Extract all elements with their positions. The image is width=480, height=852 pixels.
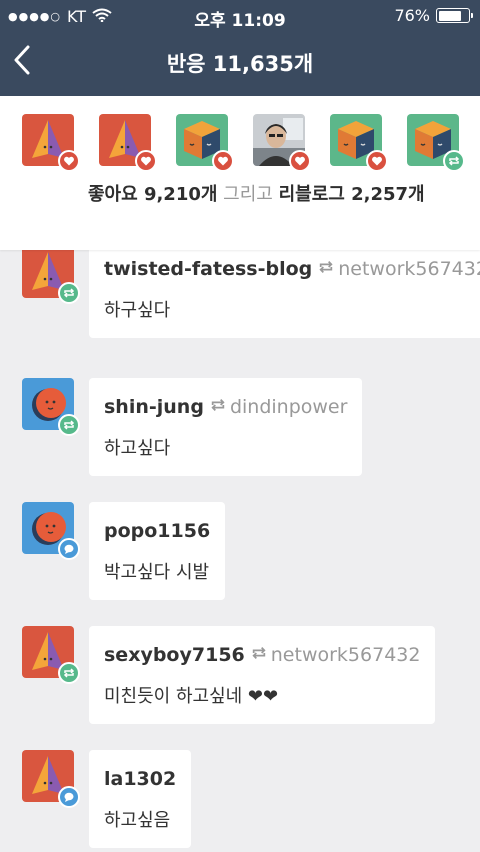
note-bubble: sexyboy7156 network567432 미친듯이 하고싶네 ❤❤	[89, 626, 436, 724]
reblogged-from[interactable]: network567432	[318, 258, 480, 280]
header: ●●●●○ KT 오후 11:09 76% 반응 11,635개	[0, 0, 480, 96]
note-message: 하고싶다	[104, 438, 171, 459]
reply-icon	[58, 538, 80, 560]
note-message: 하고싶음	[104, 810, 171, 831]
avatar[interactable]	[22, 378, 80, 436]
reactions-summary: 좋아요 9,210개 그리고 리블로그 2,257개	[0, 96, 480, 250]
note-bubble: la1302 하고싶음	[89, 750, 192, 848]
reblog-icon	[58, 282, 80, 304]
avatar[interactable]	[22, 246, 80, 304]
note-message: 하구싶다	[104, 300, 171, 321]
battery-fill	[438, 10, 461, 21]
note-username[interactable]: sexyboy7156	[104, 644, 245, 666]
avatar[interactable]	[22, 750, 80, 808]
screen: ●●●●○ KT 오후 11:09 76% 반응 11,635개 좋아요 9,2…	[0, 0, 480, 852]
reblog-source-name: network567432	[270, 644, 421, 666]
reaction-avatar[interactable]	[176, 114, 234, 172]
reblog-icon	[58, 662, 80, 684]
reblog-icon	[210, 396, 226, 418]
note-message: 박고싶다 시발	[104, 562, 210, 583]
reaction-stats: 좋아요 9,210개 그리고 리블로그 2,257개	[88, 182, 458, 208]
avatar[interactable]	[22, 626, 80, 684]
reaction-avatars	[22, 114, 465, 172]
heart-icon	[212, 150, 234, 172]
note-bubble: twisted-fatess-blog network567432 하구싶다	[89, 240, 480, 338]
heart-icon	[58, 150, 80, 172]
reblogs-count[interactable]: 리블로그 2,257개	[279, 184, 425, 205]
battery-icon	[436, 8, 473, 23]
note-header: sexyboy7156 network567432	[104, 640, 420, 670]
reaction-avatar[interactable]	[330, 114, 388, 172]
likes-count[interactable]: 좋아요 9,210개	[88, 184, 217, 205]
page-title: 반응 11,635개	[166, 52, 314, 76]
reaction-avatar[interactable]	[22, 114, 80, 172]
note-bubble: popo1156 박고싶다 시발	[89, 502, 226, 600]
heart-icon	[135, 150, 157, 172]
note-header: popo1156	[104, 516, 210, 546]
reply-icon	[58, 786, 80, 808]
status-bar: ●●●●○ KT 오후 11:09 76%	[0, 0, 480, 32]
reblog-icon	[318, 258, 334, 280]
battery-percent: 76%	[394, 6, 430, 25]
note-username[interactable]: shin-jung	[104, 396, 204, 418]
note-username[interactable]: twisted-fatess-blog	[104, 258, 312, 280]
heart-icon	[366, 150, 388, 172]
reblog-source-name: network567432	[338, 258, 480, 280]
heart-icon	[289, 150, 311, 172]
reaction-avatar[interactable]	[99, 114, 157, 172]
conjunction-text: 그리고	[217, 184, 279, 205]
reblog-icon	[251, 644, 267, 666]
note-header: la1302	[104, 764, 176, 794]
note-header: shin-jung dindinpower	[104, 392, 347, 422]
reaction-avatar[interactable]	[407, 114, 465, 172]
reblog-source-name: dindinpower	[229, 396, 348, 418]
reblog-icon	[443, 150, 465, 172]
nav-bar: 반응 11,635개	[0, 32, 480, 96]
note-username[interactable]: popo1156	[104, 520, 210, 542]
reblogged-from[interactable]: network567432	[251, 644, 421, 666]
note-message: 미친듯이 하고싶네 ❤❤	[104, 686, 279, 707]
reblog-icon	[58, 414, 80, 436]
note-bubble: shin-jung dindinpower 하고싶다	[89, 378, 363, 476]
reblogged-from[interactable]: dindinpower	[210, 396, 348, 418]
reaction-avatar[interactable]	[253, 114, 311, 172]
note-username[interactable]: la1302	[104, 768, 176, 790]
avatar[interactable]	[22, 502, 80, 560]
note-header: twisted-fatess-blog network567432	[104, 254, 480, 284]
